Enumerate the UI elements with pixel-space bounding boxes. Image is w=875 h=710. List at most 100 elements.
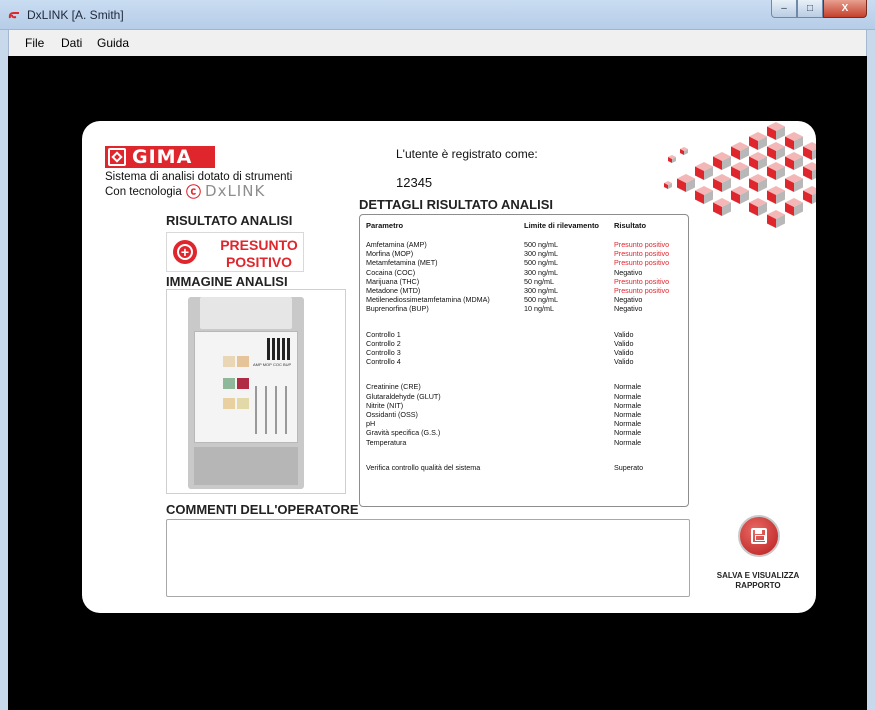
result-cell: Normale bbox=[614, 400, 642, 410]
param-cell: Controllo 2 bbox=[366, 338, 401, 348]
param-cell: Creatinine (CRE) bbox=[366, 382, 421, 392]
operator-comments-field[interactable] bbox=[166, 519, 690, 597]
save-label-line2: RAPPORTO bbox=[735, 581, 781, 590]
param-cell: Temperatura bbox=[366, 437, 407, 447]
adulterant-row: Nitrite (NIT) Normale bbox=[360, 401, 688, 410]
adulterant-row: pH Normale bbox=[360, 419, 688, 428]
result-cell: Valido bbox=[614, 357, 634, 367]
param-cell: Gravità specifica (G.S.) bbox=[366, 428, 441, 438]
result-cell: Presunto positivo bbox=[614, 276, 670, 286]
param-cell: Ossidanti (OSS) bbox=[366, 410, 418, 419]
result-line2: POSITIVO bbox=[225, 254, 293, 270]
result-badge: + PRESUNTO POSITIVO bbox=[166, 232, 304, 272]
gima-emblem-icon bbox=[108, 148, 126, 166]
tagline-line2: Con tecnologia bbox=[105, 186, 182, 198]
adulterant-row: Gravità specifica (G.S.) Normale bbox=[360, 428, 688, 437]
param-cell: Amfetamina (AMP) bbox=[366, 240, 427, 249]
title-bar: DxLINK [A. Smith] – □ X bbox=[0, 0, 875, 30]
result-cell: Valido bbox=[614, 329, 634, 339]
menu-guida[interactable]: Guida bbox=[97, 36, 129, 50]
param-cell: Marijuana (THC) bbox=[366, 276, 420, 286]
result-line1: PRESUNTO bbox=[220, 237, 298, 253]
result-cell: Normale bbox=[614, 391, 642, 401]
limit-cell: 300 ng/mL bbox=[524, 249, 558, 259]
menu-file[interactable]: File bbox=[25, 36, 44, 50]
result-cell: Presunto positivo bbox=[614, 249, 670, 259]
result-cell: Valido bbox=[614, 338, 634, 348]
param-cell: Controllo 3 bbox=[366, 348, 401, 357]
minimize-button[interactable]: – bbox=[771, 0, 797, 18]
drug-row: Marijuana (THC) 50 ng/mL Presunto positivo bbox=[360, 277, 688, 286]
result-cell: Normale bbox=[614, 382, 642, 392]
qc-row: Verifica controllo qualità del sistema Su… bbox=[360, 463, 688, 472]
control-row: Controllo 1 Valido bbox=[360, 330, 688, 339]
window-title: DxLINK [A. Smith] bbox=[27, 8, 124, 22]
dxlink-logo: ⓒ DxLINK bbox=[186, 182, 266, 201]
save-label-line1: SALVA E VISUALIZZA bbox=[716, 571, 800, 580]
close-button[interactable]: X bbox=[823, 0, 867, 18]
param-cell: Metilenediossimetamfetamina (MDMA) bbox=[366, 295, 490, 305]
drug-row: Metadone (MTD) 300 ng/mL Presunto positivo bbox=[360, 286, 688, 295]
qr-code-icon bbox=[267, 338, 291, 360]
result-cell: Normale bbox=[614, 428, 642, 438]
param-cell: Controllo 4 bbox=[366, 357, 401, 367]
column-header-parametro: Parametro bbox=[366, 221, 404, 230]
report-card: GIMA Sistema di analisi dotato di strume… bbox=[82, 121, 816, 613]
result-cell: Presunto positivo bbox=[614, 258, 670, 268]
maximize-icon: □ bbox=[806, 3, 814, 14]
result-cell: Normale bbox=[614, 437, 642, 447]
limit-cell: 50 ng/mL bbox=[524, 276, 554, 286]
column-header-limite: Limite di rilevamento bbox=[524, 221, 600, 230]
result-cell: Negativo bbox=[614, 267, 643, 277]
maximize-button[interactable]: □ bbox=[797, 0, 823, 18]
column-header-risultato: Risultato bbox=[614, 221, 647, 230]
adulterant-row: Temperatura Normale bbox=[360, 438, 688, 447]
result-text: PRESUNTO POSITIVO bbox=[215, 237, 303, 271]
save-report-label[interactable]: SALVA E VISUALIZZA RAPPORTO bbox=[700, 571, 816, 591]
drug-row: Metilenediossimetamfetamina (MDMA) 500 ng… bbox=[360, 295, 688, 304]
user-id: 12345 bbox=[396, 175, 433, 190]
limit-cell: 300 ng/mL bbox=[524, 286, 558, 295]
drug-row: Metamfetamina (MET) 500 ng/mL Presunto pos… bbox=[360, 258, 688, 267]
result-cell: Negativo bbox=[614, 295, 643, 305]
window-frame-right bbox=[867, 30, 875, 710]
limit-cell: 500 ng/mL bbox=[524, 258, 558, 268]
gima-logo-text: GIMA bbox=[132, 146, 193, 168]
param-cell: Glutaraldehyde (GLUT) bbox=[366, 391, 441, 401]
gima-logo: GIMA bbox=[105, 146, 215, 168]
param-cell: Verifica controllo qualità del sistema bbox=[366, 462, 481, 472]
window-frame-left bbox=[0, 30, 8, 710]
user-label: L'utente è registrato come: bbox=[396, 147, 538, 161]
dxlink-mark-icon: ⓒ bbox=[186, 183, 202, 201]
result-cell: Presunto positivo bbox=[614, 286, 670, 295]
adulterant-row: Glutaraldehyde (GLUT) Normale bbox=[360, 392, 688, 401]
limit-cell: 500 ng/mL bbox=[524, 240, 558, 249]
control-row: Controllo 2 Valido bbox=[360, 339, 688, 348]
dxlink-app-icon bbox=[8, 12, 19, 19]
result-cell: Valido bbox=[614, 348, 634, 357]
menu-dati[interactable]: Dati bbox=[61, 36, 82, 50]
comments-heading: COMMENTI DELL'OPERATORE bbox=[166, 502, 359, 517]
result-cell: Negativo bbox=[614, 304, 643, 314]
drug-row: Cocaina (COC) 300 ng/mL Negativo bbox=[360, 268, 688, 277]
param-cell: Morfina (MOP) bbox=[366, 249, 414, 259]
drug-row: Buprenorfina (BUP) 10 ng/mL Negativo bbox=[360, 304, 688, 313]
result-cell: Normale bbox=[614, 410, 642, 419]
details-heading: DETTAGLI RISULTATO ANALISI bbox=[359, 197, 554, 212]
result-cell: Normale bbox=[614, 419, 642, 429]
save-report-button[interactable] bbox=[738, 515, 780, 557]
adulterant-row: Creatinine (CRE) Normale bbox=[360, 382, 688, 391]
result-heading: RISULTATO ANALISI bbox=[166, 213, 293, 228]
dxlink-wordmark: DxLINK bbox=[205, 182, 266, 200]
result-cell: Presunto positivo bbox=[614, 240, 670, 249]
param-cell: Nitrite (NIT) bbox=[366, 400, 404, 410]
result-cell: Superato bbox=[614, 462, 644, 472]
limit-cell: 10 ng/mL bbox=[524, 304, 554, 314]
test-cassette-image: AMP MOP COC BUP bbox=[188, 297, 304, 489]
param-cell: Controllo 1 bbox=[366, 329, 401, 339]
close-icon: X bbox=[841, 3, 849, 14]
limit-cell: 500 ng/mL bbox=[524, 295, 558, 305]
param-cell: Metamfetamina (MET) bbox=[366, 258, 438, 268]
image-heading: IMMAGINE ANALISI bbox=[166, 274, 288, 289]
control-row: Controllo 4 Valido bbox=[360, 357, 688, 366]
